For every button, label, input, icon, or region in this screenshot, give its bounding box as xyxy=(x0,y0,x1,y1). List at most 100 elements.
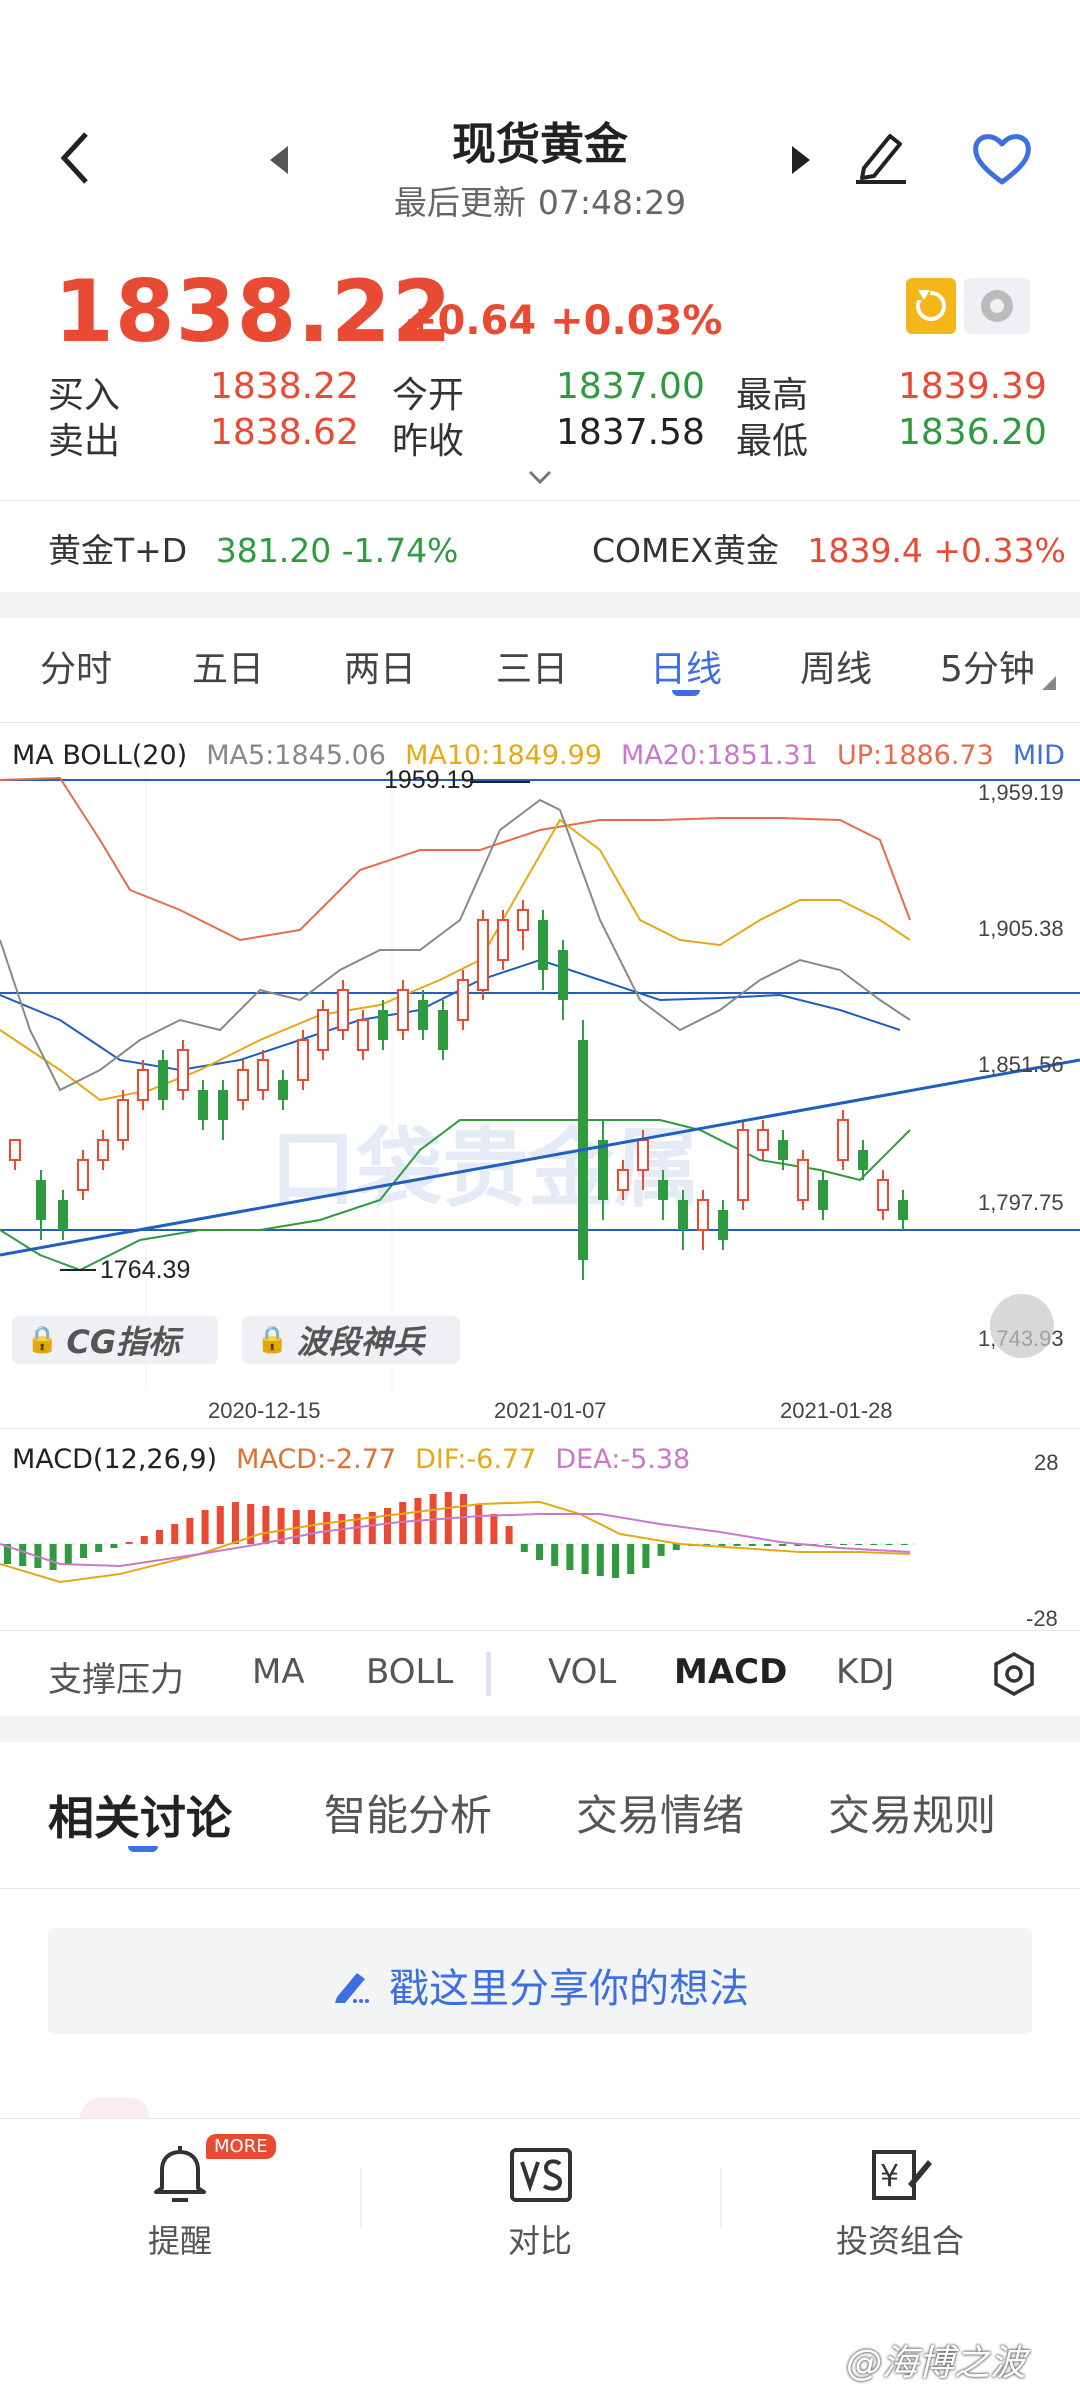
low-annotation: 1764.39 xyxy=(100,1256,190,1284)
refresh-button[interactable] xyxy=(906,278,956,334)
next-instrument-button[interactable] xyxy=(792,146,810,174)
discussion-tab[interactable]: 交易规则 xyxy=(828,1782,996,1843)
share-prompt: 戳这里分享你的想法 xyxy=(48,1956,1032,2014)
quote-label: 买入 xyxy=(48,375,121,416)
macd-bar xyxy=(627,1544,635,1574)
favorite-button[interactable] xyxy=(970,128,1034,188)
more-periods-triangle-icon[interactable] xyxy=(1042,676,1056,690)
candle xyxy=(297,1030,309,1090)
share-input[interactable]: 戳这里分享你的想法 xyxy=(48,1928,1032,2034)
indicator-tab[interactable]: MACD xyxy=(674,1652,787,1692)
macd-bar xyxy=(551,1544,559,1566)
legend-ma10: MA10:1849.99 xyxy=(405,740,602,771)
bell-icon xyxy=(154,2146,206,2202)
macd-bar xyxy=(140,1536,148,1544)
candle xyxy=(378,1000,388,1050)
related-instrument-comex[interactable]: COMEX黄金 1839.4 +0.33% xyxy=(592,524,1066,572)
versus-icon xyxy=(510,2148,572,2202)
period-tab[interactable]: 周线 xyxy=(800,640,872,692)
locked-indicator-wave[interactable]: 🔒 波段神兵 xyxy=(242,1316,460,1364)
macd-bar xyxy=(95,1544,103,1552)
candle xyxy=(517,900,529,950)
expand-chevron-icon[interactable] xyxy=(526,468,554,486)
related-name: 黄金T+D xyxy=(48,531,188,570)
macd-bar xyxy=(900,1544,908,1545)
candle xyxy=(477,910,489,1000)
ma10-line xyxy=(0,818,911,1102)
bottom-tab-label: 对比 xyxy=(507,2222,572,2260)
macd-bar xyxy=(581,1544,589,1574)
active-tab-indicator xyxy=(672,690,700,696)
candle xyxy=(438,1000,448,1060)
period-tab[interactable]: 两日 xyxy=(344,640,416,692)
user-avatar-partial xyxy=(80,2098,150,2118)
candle xyxy=(9,1139,21,1170)
indicator-tab[interactable]: BOLL xyxy=(366,1652,453,1692)
refresh-icon xyxy=(916,290,946,321)
macd-chart[interactable] xyxy=(0,1474,1000,1622)
period-tab[interactable]: 5分钟 xyxy=(940,640,1035,692)
macd-bar xyxy=(216,1506,224,1544)
candle xyxy=(257,1050,269,1100)
candle xyxy=(818,1170,828,1220)
candle xyxy=(58,1190,68,1240)
macd-bar xyxy=(855,1544,863,1545)
macd-bar xyxy=(490,1514,498,1544)
macd-bar xyxy=(520,1544,528,1552)
macd-bar xyxy=(536,1544,543,1560)
period-tab[interactable]: 日线 xyxy=(650,640,722,692)
macd-bar xyxy=(596,1544,604,1576)
period-tab[interactable]: 分时 xyxy=(40,640,112,692)
chart-fullscreen-button[interactable] xyxy=(990,1294,1054,1358)
indicator-tab[interactable]: KDJ xyxy=(836,1652,895,1692)
candlestick-chart[interactable]: 口袋贵金属 1,959.191,905.381,851.561,797.751,… xyxy=(0,770,1080,1390)
macd-bar xyxy=(733,1544,741,1546)
macd-bar xyxy=(19,1544,27,1566)
macd-bar xyxy=(171,1524,179,1544)
x-tick: 2021-01-07 xyxy=(494,1398,607,1423)
macd-bar xyxy=(125,1542,133,1544)
bottom-tab-remind[interactable]: MORE 提醒 xyxy=(80,2134,280,2264)
macd-name: MACD(12,26,9) xyxy=(12,1444,218,1475)
locked-indicator-cg[interactable]: 🔒 CG指标 xyxy=(12,1316,218,1364)
bar-separator xyxy=(360,2168,362,2228)
lock-icon: 🔒 xyxy=(256,1325,289,1355)
macd-bar xyxy=(870,1544,878,1545)
candle xyxy=(718,1200,728,1250)
macd-bar xyxy=(764,1544,771,1546)
candle xyxy=(218,1080,228,1140)
indicator-settings-button[interactable] xyxy=(990,1650,1038,1698)
related-instrument-td[interactable]: 黄金T+D 381.20 -1.74% xyxy=(48,524,458,572)
candle xyxy=(357,1010,369,1060)
discussion-tab[interactable]: 交易情绪 xyxy=(576,1782,744,1843)
quote-value: 1837.00 xyxy=(556,366,705,407)
bottom-tab-compare[interactable]: 对比 xyxy=(440,2134,640,2264)
related-value: 381.20 -1.74% xyxy=(215,531,459,570)
edit-button[interactable] xyxy=(850,122,910,186)
macd-bar xyxy=(840,1544,847,1545)
settings-button[interactable] xyxy=(964,278,1030,334)
macd-bar xyxy=(748,1544,756,1546)
indicator-tab[interactable]: VOL xyxy=(548,1652,616,1692)
quote-value: 1836.20 xyxy=(898,412,1047,453)
indicator-tab[interactable]: MA xyxy=(252,1652,305,1692)
candle xyxy=(77,1150,89,1200)
pencil-icon xyxy=(856,134,906,184)
quote-label: 今开 xyxy=(392,375,465,416)
macd-bar xyxy=(323,1512,331,1544)
last-update-label: 最后更新 xyxy=(393,183,526,222)
candle xyxy=(418,990,428,1040)
current-price: 1838.22 xyxy=(54,262,453,362)
change-value: +0.64 xyxy=(404,298,537,344)
macd-bar xyxy=(384,1508,391,1544)
discussion-tab[interactable]: 相关讨论 xyxy=(48,1782,232,1848)
candle xyxy=(117,1090,129,1150)
indicator-name: 波段神兵 xyxy=(296,1323,425,1361)
indicator-tab[interactable]: 支撑压力 xyxy=(48,1652,184,1701)
candle xyxy=(538,910,548,990)
period-tab[interactable]: 三日 xyxy=(496,640,568,692)
period-tab[interactable]: 五日 xyxy=(192,640,264,692)
macd-bar xyxy=(505,1526,513,1544)
bottom-tab-portfolio[interactable]: ¥ 投资组合 xyxy=(800,2134,1000,2264)
discussion-tab[interactable]: 智能分析 xyxy=(324,1782,492,1843)
